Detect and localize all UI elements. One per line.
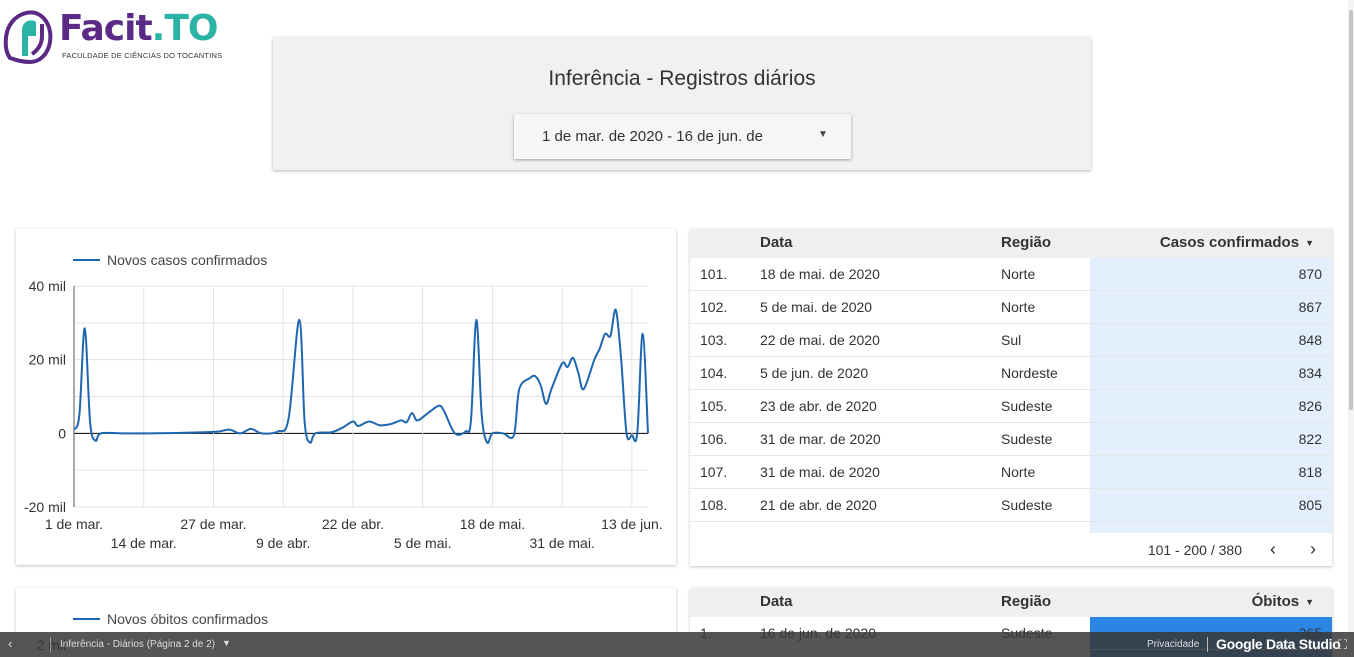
- row-region: Sudeste: [1001, 398, 1053, 414]
- column-header-casos[interactable]: Casos confirmados ▼: [1160, 234, 1314, 251]
- pager-range: 101 - 200 / 380: [1147, 542, 1242, 558]
- table-row[interactable]: 104. 5 de jun. de 2020 Nordeste 834: [690, 357, 1332, 390]
- x-tick-label: 31 de mai.: [529, 535, 594, 551]
- divider: [50, 637, 51, 652]
- row-index: 103.: [700, 332, 728, 348]
- table-row[interactable]: 108. 21 de abr. de 2020 Sudeste 805: [690, 489, 1332, 522]
- row-date: 5 de jun. de 2020: [760, 365, 869, 381]
- row-region: Sudeste: [1001, 497, 1053, 513]
- row-region: Norte: [1001, 266, 1036, 282]
- caret-down-icon[interactable]: ▼: [222, 638, 231, 648]
- y-tick-label: 20 mil: [29, 352, 66, 368]
- scrollbar[interactable]: [1348, 0, 1354, 632]
- chevron-left-icon[interactable]: ‹: [1261, 537, 1285, 561]
- privacy-link[interactable]: Privacidade: [1147, 639, 1199, 650]
- page-selector[interactable]: Inferência - Diários (Página 2 de 2): [60, 639, 215, 650]
- row-value: 818: [1298, 464, 1322, 480]
- row-region: Nordeste: [1001, 365, 1058, 381]
- data-studio-brand[interactable]: Google Data Studio: [1216, 636, 1341, 652]
- row-index: 104.: [700, 365, 728, 381]
- table-header-2: Data Região Óbitos ▼: [690, 588, 1332, 617]
- x-tick-label: 9 de abr.: [256, 535, 311, 551]
- logo-subtitle: FACULDADE DE CIÊNCIAS DO TOCANTINS: [62, 51, 223, 60]
- sort-desc-icon: ▼: [1305, 238, 1314, 249]
- table-row[interactable]: 101. 18 de mai. de 2020 Norte 870: [690, 258, 1332, 291]
- table-row[interactable]: 106. 31 de mar. de 2020 Sudeste 822: [690, 423, 1332, 456]
- scrollbar-thumb[interactable]: [1349, 10, 1353, 410]
- header-card: Inferência - Registros diários 1 de mar.…: [273, 37, 1091, 170]
- cases-line-chart[interactable]: 40 mil 20 mil 0 -20 mil1 de mar. 27 de mar. 2…: [16, 229, 676, 565]
- table-pager: 101 - 200 / 380 ‹ ›: [690, 533, 1332, 566]
- y-tick-label: 0: [58, 425, 66, 441]
- y-tick-label: -20 mil: [24, 499, 66, 515]
- table-row[interactable]: 103. 22 de mai. de 2020 Sul 848: [690, 324, 1332, 357]
- report-page: Facit.TO FACULDADE DE CIÊNCIAS DO TOCANT…: [0, 0, 1354, 657]
- date-range-picker[interactable]: 1 de mar. de 2020 - 16 de jun. de ▼: [514, 114, 851, 159]
- divider: [1207, 637, 1208, 652]
- row-date: 23 de abr. de 2020: [760, 398, 877, 414]
- chevron-left-icon[interactable]: ‹: [8, 636, 12, 651]
- column-header-data-2[interactable]: Data: [760, 593, 793, 610]
- x-tick-label: 1 de mar.: [45, 516, 103, 532]
- row-region: Sul: [1001, 332, 1022, 348]
- logo-mark-icon: [3, 10, 53, 64]
- table-row[interactable]: 102. 5 de mai. de 2020 Norte 867: [690, 291, 1332, 324]
- column-header-regiao[interactable]: Região: [1001, 234, 1051, 251]
- x-tick-label: 14 de mar.: [111, 535, 177, 551]
- row-date: 5 de mai. de 2020: [760, 299, 873, 315]
- x-tick-label: 13 de jun.: [601, 516, 663, 532]
- row-date: 31 de mar. de 2020: [760, 431, 881, 447]
- column-header-obitos[interactable]: Óbitos ▼: [1252, 593, 1314, 610]
- table-body: 101. 18 de mai. de 2020 Norte 870 102. 5 de m…: [690, 258, 1332, 533]
- column-header-data[interactable]: Data: [760, 234, 793, 251]
- row-index: 108.: [700, 497, 728, 513]
- table-row[interactable]: 109.15 de jun. de 2020Sul777: [690, 522, 1332, 533]
- table-row[interactable]: 105. 23 de abr. de 2020 Sudeste 826: [690, 390, 1332, 423]
- row-date: 21 de abr. de 2020: [760, 497, 877, 513]
- x-tick-label: 27 de mar.: [180, 516, 246, 532]
- table-header: Data Região Casos confirmados ▼: [690, 229, 1332, 258]
- caret-down-icon: ▼: [818, 129, 828, 140]
- chevron-right-icon[interactable]: ›: [1301, 537, 1325, 561]
- row-date: 31 de mai. de 2020: [760, 464, 880, 480]
- row-index: 101.: [700, 266, 728, 282]
- x-tick-label: 18 de mai.: [460, 516, 525, 532]
- row-value: 805: [1298, 497, 1322, 513]
- logo-wordmark: Facit.TO: [59, 8, 219, 49]
- row-value: 822: [1298, 431, 1322, 447]
- row-date: 18 de mai. de 2020: [760, 266, 880, 282]
- x-tick-label: 22 de abr.: [322, 516, 384, 532]
- cases-chart-card: Novos casos confirmados 40 mil 20 mil 0 -20…: [16, 229, 676, 565]
- logo: Facit.TO FACULDADE DE CIÊNCIAS DO TOCANT…: [2, 6, 222, 64]
- column-header-regiao-2[interactable]: Região: [1001, 593, 1051, 610]
- table-row[interactable]: 107. 31 de mai. de 2020 Norte 818: [690, 456, 1332, 489]
- row-region: Norte: [1001, 299, 1036, 315]
- sort-desc-icon: ▼: [1305, 597, 1314, 608]
- row-index: 102.: [700, 299, 728, 315]
- y-tick-label: 40 mil: [29, 278, 66, 294]
- date-range-label: 1 de mar. de 2020 - 16 de jun. de: [542, 128, 763, 145]
- row-index: 107.: [700, 464, 728, 480]
- report-navigation-bar: ‹ Inferência - Diários (Página 2 de 2) ▼…: [0, 632, 1354, 657]
- x-tick-label: 5 de mai.: [394, 535, 452, 551]
- cases-table: Data Região Casos confirmados ▼ 101. 18 de…: [690, 229, 1332, 566]
- row-index: 106.: [700, 431, 728, 447]
- row-region: Sudeste: [1001, 431, 1053, 447]
- row-value: 826: [1298, 398, 1322, 414]
- row-index: 105.: [700, 398, 728, 414]
- fullscreen-icon[interactable]: ⛶: [1338, 637, 1347, 653]
- row-region: Norte: [1001, 464, 1036, 480]
- row-value: 867: [1298, 299, 1322, 315]
- row-value: 848: [1298, 332, 1322, 348]
- row-value: 870: [1298, 266, 1322, 282]
- row-value: 834: [1298, 365, 1322, 381]
- page-title: Inferência - Registros diários: [548, 67, 816, 90]
- row-date: 22 de mai. de 2020: [760, 332, 880, 348]
